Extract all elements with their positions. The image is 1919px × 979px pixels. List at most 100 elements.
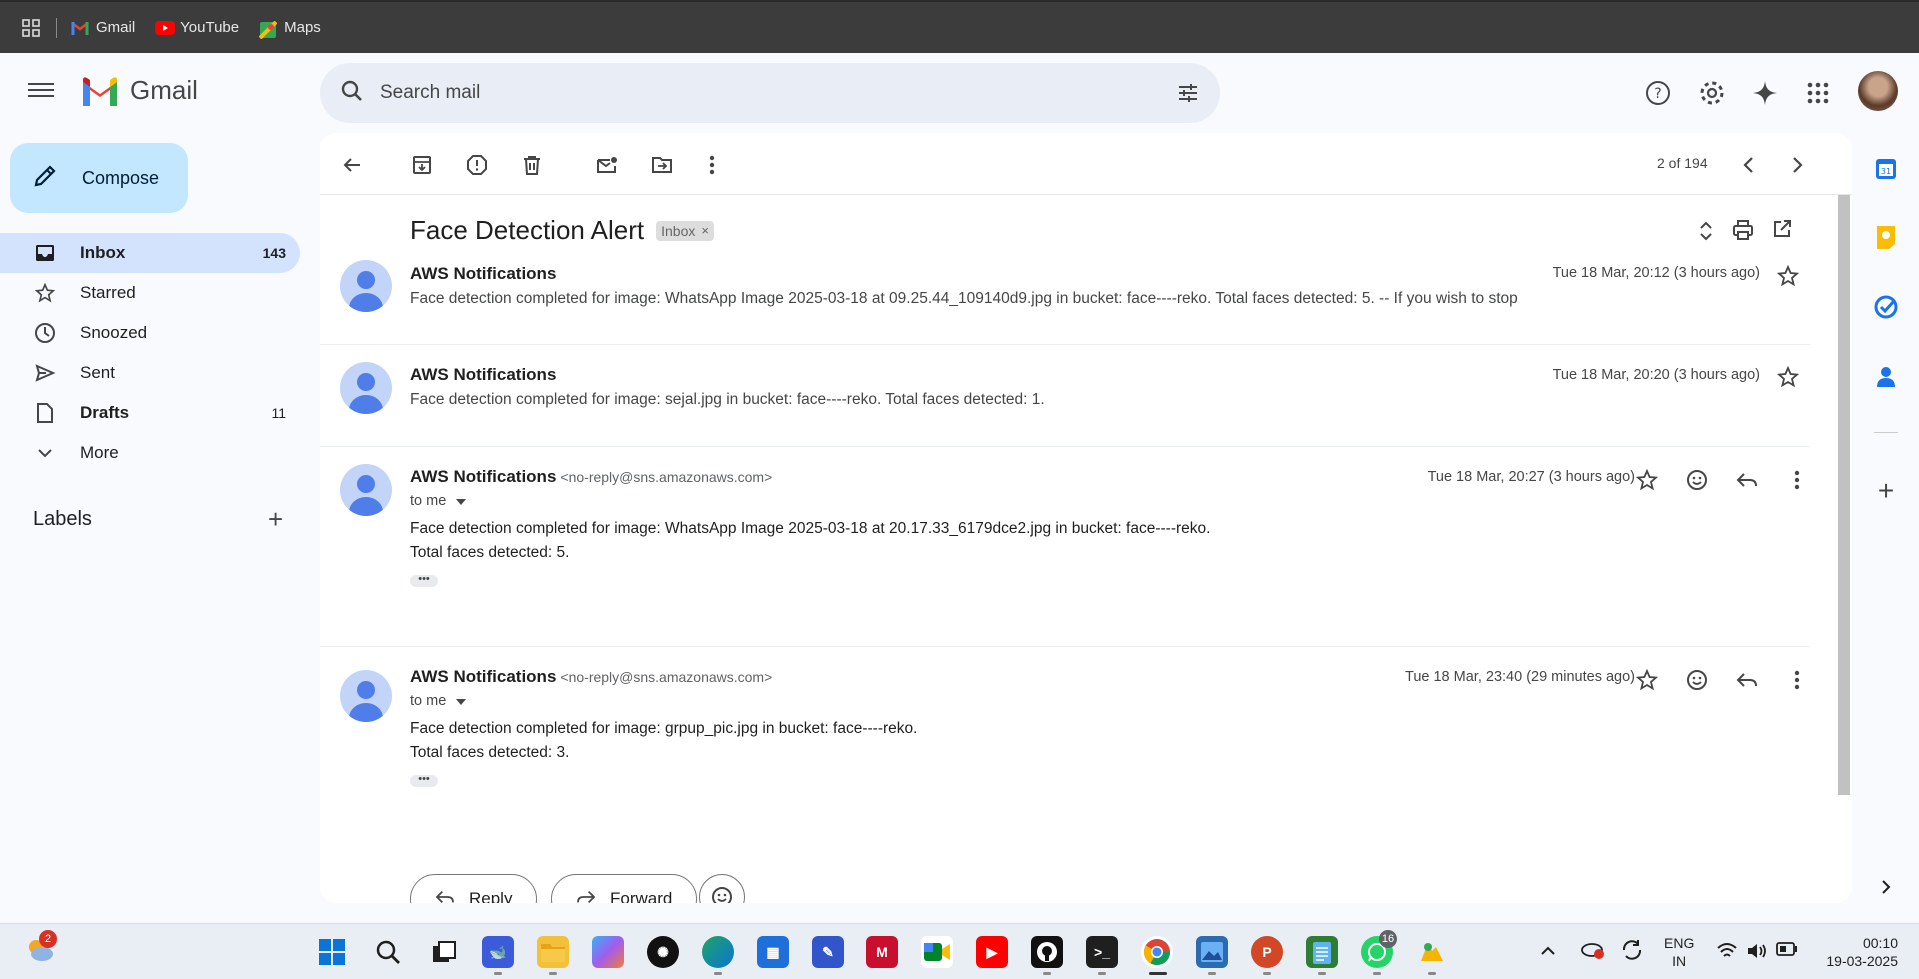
inbox-label-chip[interactable]: Inbox × — [656, 220, 714, 241]
mcafee-icon[interactable]: M — [866, 936, 898, 968]
maps-app-icon[interactable] — [1416, 936, 1448, 968]
show-side-panel-chevron-icon[interactable] — [1872, 873, 1900, 901]
volume-icon[interactable] — [1746, 942, 1768, 964]
taskbar-search-icon[interactable] — [372, 936, 404, 968]
tasks-icon[interactable] — [1872, 293, 1900, 321]
settings-gear-icon[interactable] — [1698, 79, 1726, 107]
message-date: Tue 18 Mar, 20:12 (3 hours ago) — [1552, 265, 1760, 281]
more-options-icon[interactable] — [1784, 467, 1810, 493]
search-input[interactable]: Search mail — [380, 82, 480, 104]
remove-label-icon[interactable]: × — [701, 223, 709, 238]
star-icon[interactable] — [1776, 264, 1800, 288]
show-trimmed-content-button[interactable]: ••• — [410, 574, 438, 587]
terminal-icon[interactable]: >_ — [1086, 936, 1118, 968]
back-arrow-icon[interactable] — [338, 151, 366, 179]
account-avatar[interactable] — [1858, 71, 1898, 111]
apps-grid-icon[interactable] — [22, 18, 40, 37]
print-icon[interactable] — [1732, 219, 1754, 246]
more-options-icon[interactable] — [1784, 667, 1810, 693]
edge-browser-icon[interactable] — [702, 936, 734, 968]
message-collapsed[interactable]: AWS Notifications Face detection complet… — [320, 243, 1810, 345]
powerpoint-icon[interactable]: P — [1251, 936, 1283, 968]
sidebar-item-starred[interactable]: Starred — [0, 273, 300, 313]
message-collapsed[interactable]: AWS Notifications Face detection complet… — [320, 345, 1810, 447]
sync-icon[interactable] — [1620, 938, 1644, 966]
copilot-icon[interactable] — [592, 936, 624, 968]
help-icon[interactable]: ? — [1644, 79, 1672, 107]
calendar-icon[interactable]: 31 — [1872, 155, 1900, 183]
wifi-icon[interactable] — [1716, 942, 1738, 964]
recipients-toggle[interactable]: to me — [410, 493, 467, 509]
microsoft-store-icon[interactable]: ▦ — [757, 936, 789, 968]
file-explorer-icon[interactable] — [537, 936, 569, 968]
sidebar-item-more[interactable]: More — [0, 433, 300, 473]
search-options-icon[interactable] — [1176, 81, 1200, 110]
show-hidden-icons-chevron[interactable] — [1540, 942, 1556, 960]
add-reaction-icon[interactable] — [1684, 667, 1710, 693]
sidebar-item-snoozed[interactable]: Snoozed — [0, 313, 300, 353]
emoji-reaction-button[interactable] — [699, 874, 745, 903]
get-add-ons-icon[interactable]: + — [1872, 475, 1900, 506]
deepseek-app-icon[interactable]: 🐋 — [482, 936, 514, 968]
chrome-icon[interactable] — [1141, 936, 1173, 968]
scrollbar-thumb[interactable] — [1838, 195, 1850, 795]
report-spam-icon[interactable] — [463, 151, 491, 179]
google-meet-icon[interactable] — [921, 936, 953, 968]
recipients-toggle[interactable]: to me — [410, 693, 467, 709]
more-options-icon[interactable] — [698, 151, 726, 179]
sender-avatar — [340, 362, 392, 414]
youtube-app-icon[interactable]: ▶ — [976, 936, 1008, 968]
forward-button[interactable]: Forward — [551, 874, 698, 903]
caret-down-icon — [456, 699, 467, 705]
contacts-icon[interactable] — [1872, 363, 1900, 391]
open-new-window-icon[interactable] — [1772, 219, 1792, 244]
clock-date: 19-03-2025 — [1826, 953, 1898, 969]
sender-email: <no-reply@sns.amazonaws.com> — [560, 469, 773, 485]
gemini-sparkle-icon[interactable] — [1751, 79, 1779, 107]
language-indicator[interactable]: ENG IN — [1664, 934, 1694, 970]
reply-button[interactable]: Reply — [410, 874, 538, 903]
add-reaction-icon[interactable] — [1684, 467, 1710, 493]
chatgpt-icon[interactable]: ✺ — [647, 936, 679, 968]
newer-chevron-left-icon[interactable] — [1734, 151, 1762, 179]
notepad-icon[interactable] — [1306, 936, 1338, 968]
photos-app-icon[interactable] — [1196, 936, 1228, 968]
add-label-icon[interactable]: + — [268, 506, 283, 532]
star-icon[interactable] — [1634, 667, 1660, 693]
windows-taskbar: 2 🐋 ✺ ▦ ✎ M ▶ >_ P 16 ENG IN 00:10 19-03… — [0, 923, 1919, 979]
sidebar-item-sent[interactable]: Sent — [0, 353, 300, 393]
star-icon[interactable] — [1634, 467, 1660, 493]
onedrive-error-icon[interactable] — [1580, 938, 1606, 964]
main-menu-icon[interactable] — [28, 79, 54, 105]
compose-button[interactable]: Compose — [10, 143, 188, 213]
mark-unread-icon[interactable] — [593, 151, 621, 179]
drafts-count: 11 — [271, 405, 286, 421]
reply-icon[interactable] — [1734, 467, 1760, 493]
bookmark-maps[interactable]: Maps — [258, 19, 321, 39]
bookmark-gmail[interactable]: Gmail — [71, 19, 135, 36]
older-chevron-right-icon[interactable] — [1784, 151, 1812, 179]
delete-trash-icon[interactable] — [518, 151, 546, 179]
move-to-folder-icon[interactable] — [648, 151, 676, 179]
archive-icon[interactable] — [408, 151, 436, 179]
github-icon[interactable] — [1031, 936, 1063, 968]
svg-text:31: 31 — [1881, 167, 1891, 176]
battery-icon[interactable] — [1776, 942, 1798, 960]
message-view: 2 of 194 Face Detection Alert Inbox × AW… — [320, 133, 1852, 903]
clock[interactable]: 00:10 19-03-2025 — [1818, 934, 1898, 970]
keep-icon[interactable] — [1872, 223, 1900, 251]
gmail-logo[interactable]: Gmail — [80, 75, 198, 106]
windows-start-icon[interactable] — [316, 936, 348, 968]
caret-down-icon — [456, 499, 467, 505]
editor-app-icon[interactable]: ✎ — [812, 936, 844, 968]
task-view-icon[interactable] — [428, 936, 460, 968]
star-icon[interactable] — [1776, 365, 1800, 389]
reply-icon[interactable] — [1734, 667, 1760, 693]
sidebar-item-inbox[interactable]: Inbox 143 — [0, 233, 300, 273]
bookmark-youtube[interactable]: YouTube — [155, 19, 239, 36]
sidebar-item-drafts[interactable]: Drafts 11 — [0, 393, 300, 433]
show-trimmed-content-button[interactable]: ••• — [410, 774, 438, 787]
google-apps-icon[interactable] — [1804, 79, 1832, 107]
search-bar[interactable]: Search mail — [320, 63, 1220, 123]
search-icon[interactable] — [340, 79, 364, 108]
